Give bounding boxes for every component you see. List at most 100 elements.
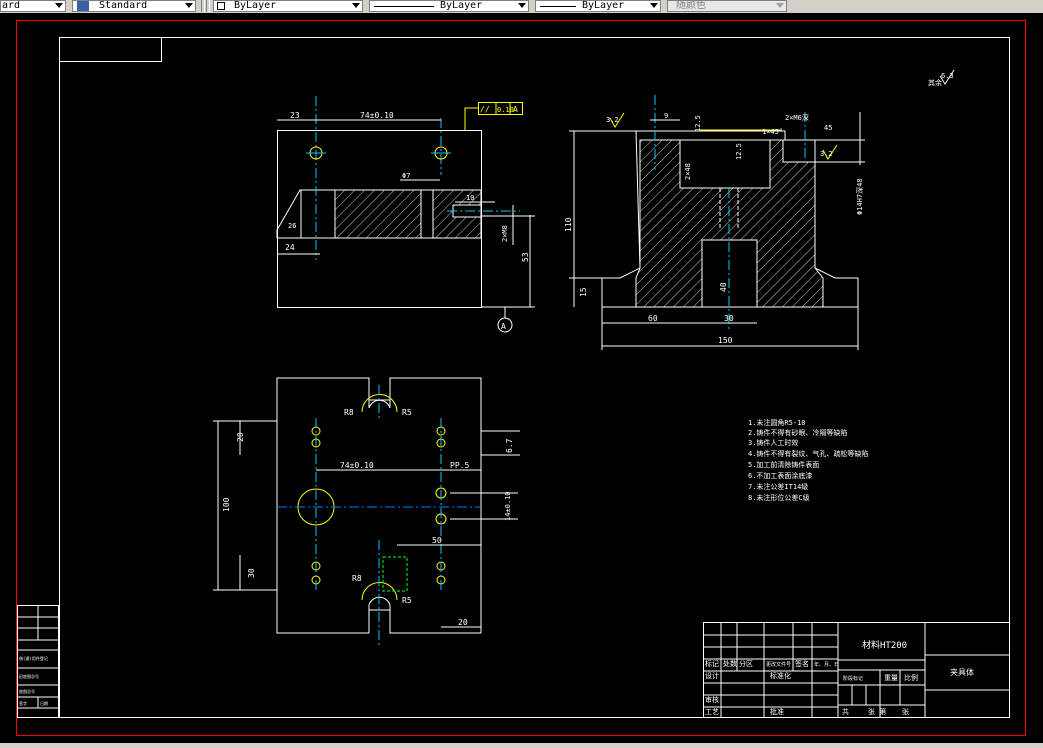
note-3: 3.铸件人工时效 — [748, 438, 798, 447]
page-border — [16, 20, 1026, 736]
text-style-value: ard — [2, 0, 21, 11]
chevron-down-icon[interactable] — [55, 3, 63, 8]
top-view: 100 20 30 R8 R5 74±0.10 PP.5 6.7 14±0.10… — [213, 377, 520, 645]
part-name-label: 夹具体 — [950, 667, 974, 677]
chevron-down-icon[interactable] — [518, 3, 526, 8]
tolerance-datum: A — [513, 105, 518, 114]
side-view: 3.2 9 12.5 12.5 1×45° 2×M6深 45 3.2 2×48 … — [564, 95, 865, 350]
color-swatch-icon — [217, 2, 225, 10]
note-7: 7.未注公差IT14级 — [748, 482, 808, 491]
dim-125-top: 12.5 — [694, 115, 702, 132]
lineweight-value: ByLayer — [582, 0, 625, 11]
layer-color-dropdown[interactable]: ByLayer — [213, 0, 363, 12]
properties-toolbar: ard Standard ByLayer ByLayer ByLayer 随颜色 — [0, 0, 1043, 14]
dim-30-left: 30 — [247, 568, 256, 578]
text-style-dropdown[interactable]: ard — [0, 0, 66, 12]
hidden-slot — [382, 556, 408, 592]
chevron-down-icon[interactable] — [352, 3, 360, 8]
tb-label-mark: 标记 — [705, 659, 719, 668]
rough-left: 3.2 — [606, 116, 619, 124]
dim-26: 26 — [288, 222, 296, 230]
layer-color-value: ByLayer — [234, 0, 277, 11]
side-table-label-4: 签字 — [19, 700, 27, 706]
note-2: 2.铸件不得有砂眼、冷隔等缺陷 — [748, 428, 847, 437]
dim-chamfer: 1×45° — [762, 128, 783, 136]
dim-30: 30 — [724, 314, 734, 323]
chevron-down-icon[interactable] — [776, 3, 784, 8]
tb-label-sign: 签名 — [795, 659, 809, 668]
rough-right: 3.2 — [820, 150, 833, 158]
dim-150: 150 — [718, 336, 733, 345]
model-space-canvas[interactable]: 其余 6.3 23 74±0.10 // 0.10 A Φ7 10 24 26 … — [0, 13, 1043, 743]
lineweight-dropdown[interactable]: ByLayer — [535, 0, 661, 12]
dim-23: 23 — [290, 111, 300, 120]
dim-r8: R8 — [344, 408, 354, 417]
datum-a-label: A — [501, 322, 506, 331]
tb-design: 设计 — [705, 671, 719, 680]
linetype-value: ByLayer — [440, 0, 483, 11]
side-table-label-2: 旧底图总号 — [19, 673, 39, 679]
material-label: 材料HT200 — [862, 639, 907, 651]
dim-style-dropdown[interactable]: Standard — [72, 0, 196, 12]
dim-74: 74±0.10 — [360, 111, 394, 120]
tb-sheet-end: 张 — [902, 707, 909, 716]
tolerance-symbol: // — [480, 105, 490, 114]
technical-notes: 1.未注圆角R5-10 2.铸件不得有砂眼、冷隔等缺陷 3.铸件人工时效 4.铸… — [748, 418, 868, 502]
dim-20-left: 20 — [236, 432, 245, 442]
dim-15: 15 — [579, 287, 588, 297]
finish-label: 其余 — [928, 78, 942, 87]
chevron-down-icon[interactable] — [650, 3, 658, 8]
lineweight-sample-icon — [540, 6, 576, 7]
dim-24: 24 — [285, 243, 295, 252]
tb-review: 审核 — [705, 695, 719, 704]
tb-standard: 标准化 — [770, 671, 791, 680]
side-table-label-1: 借(通)用件登记 — [19, 655, 48, 661]
dim-53: 53 — [521, 252, 530, 262]
note-4: 4.铸件不得有裂纹、气孔、疏松等缺陷 — [748, 449, 868, 458]
dimension-style-icon — [77, 1, 89, 11]
dim-depth: Φ14H7深48 — [855, 178, 864, 215]
tb-sheet: 共 — [842, 707, 849, 716]
chevron-down-icon[interactable] — [185, 3, 193, 8]
surface-finish-symbol: 其余 6.3 — [928, 69, 955, 87]
dim-9: 9 — [664, 112, 668, 120]
dim-74-top: 74±0.10 — [340, 461, 374, 470]
dim-10: 10 — [466, 194, 474, 202]
dim-m8: 2×M8 — [501, 225, 509, 242]
side-table-label-3: 底图总号 — [19, 688, 35, 694]
linetype-dropdown[interactable]: ByLayer — [369, 0, 529, 12]
front-view: 23 74±0.10 // 0.10 A Φ7 10 24 26 2×M8 53… — [276, 96, 535, 333]
tb-approve: 批准 — [770, 707, 784, 716]
toolbar-separator — [201, 0, 205, 12]
tb-scale: 比例 — [904, 673, 918, 682]
note-1: 1.未注圆角R5-10 — [748, 418, 806, 427]
tb-label-date: 年、月、日 — [814, 661, 839, 668]
toolbar-separator — [206, 0, 210, 12]
dim-r5-bottom: R5 — [402, 596, 412, 605]
note-6: 6.不加工表面涂底漆 — [748, 471, 812, 480]
tb-process: 工艺 — [705, 708, 719, 716]
dim-48: 2×48 — [684, 163, 692, 180]
dim-40: 40 — [719, 282, 728, 292]
dim-20-bottom: 20 — [458, 618, 468, 627]
side-table-label-5: 日期 — [40, 700, 48, 706]
dim-r8-bottom: R8 — [352, 574, 362, 583]
tb-stage: 阶段标记 — [843, 675, 863, 682]
tb-label-count: 处数 — [723, 659, 737, 668]
dim-60: 60 — [648, 314, 658, 323]
plot-style-dropdown[interactable]: 随颜色 — [667, 0, 787, 12]
finish-value: 6.3 — [941, 72, 954, 80]
dim-m6: 2×M6深 — [785, 113, 809, 122]
dim-14: 14±0.10 — [504, 491, 512, 521]
dim-phi7: Φ7 — [402, 172, 410, 180]
dim-50: 50 — [432, 536, 442, 545]
note-5: 5.加工前清除铸件表面 — [748, 460, 819, 469]
note-8: 8.未注形位公差C级 — [748, 493, 810, 502]
dim-67: 6.7 — [505, 438, 514, 453]
drawing-svg: 其余 6.3 23 74±0.10 // 0.10 A Φ7 10 24 26 … — [16, 20, 1026, 736]
tb-label-zone: 分区 — [739, 659, 753, 668]
tb-label-change: 更改文件号 — [766, 661, 791, 668]
drawing-frame — [59, 37, 1010, 718]
dim-110: 110 — [564, 217, 573, 232]
dim-pp5: PP.5 — [450, 461, 469, 470]
